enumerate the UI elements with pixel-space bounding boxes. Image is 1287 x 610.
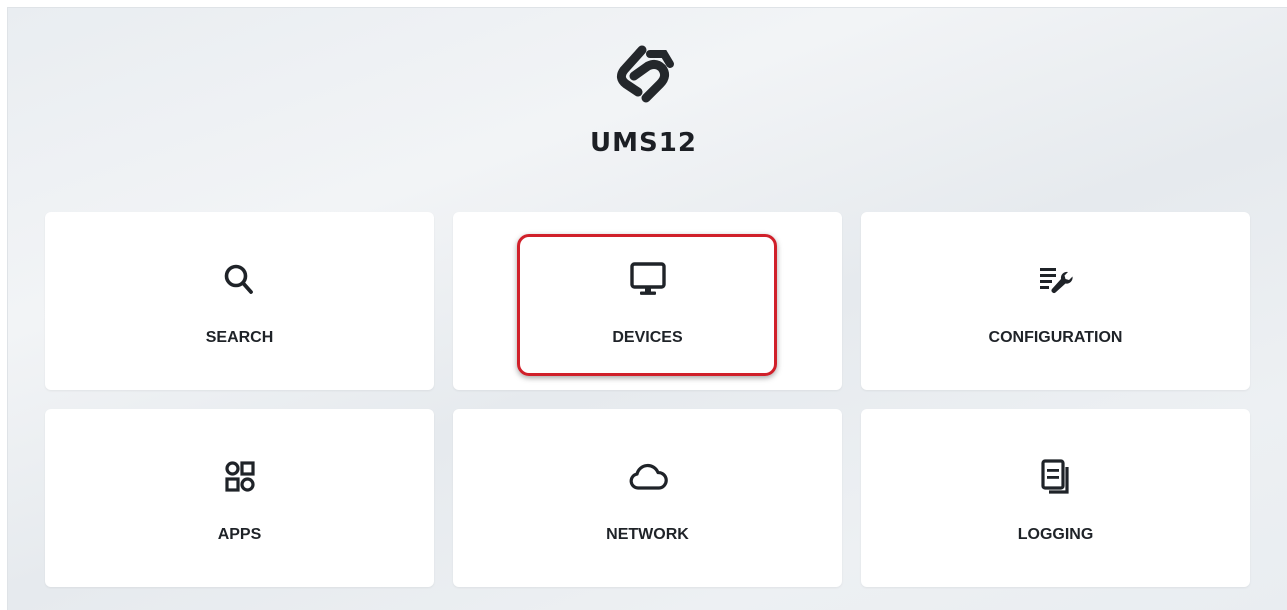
tile-search[interactable]: SEARCH xyxy=(45,212,434,390)
tile-label: DEVICES xyxy=(612,329,683,346)
tile-label: APPS xyxy=(217,526,262,543)
tile-logging[interactable]: LOGGING xyxy=(861,409,1250,587)
tile-network[interactable]: NETWORK xyxy=(453,409,842,587)
tile-label: NETWORK xyxy=(606,526,689,543)
brand-name: UMS12 xyxy=(590,128,697,158)
tile-label: CONFIGURATION xyxy=(988,329,1123,346)
tile-label: SEARCH xyxy=(205,329,274,346)
apps-icon xyxy=(218,455,262,499)
monitor-icon xyxy=(626,258,670,302)
cloud-icon xyxy=(626,455,670,499)
search-icon xyxy=(218,258,262,302)
logging-icon xyxy=(1034,455,1078,499)
ums-logo-icon xyxy=(612,40,676,112)
brand-header: UMS12 xyxy=(0,0,1287,180)
tile-apps[interactable]: APPS xyxy=(45,409,434,587)
tile-label: LOGGING xyxy=(1017,526,1094,543)
tile-devices[interactable]: DEVICES xyxy=(453,212,842,390)
configuration-icon xyxy=(1034,258,1078,302)
tile-configuration[interactable]: CONFIGURATION xyxy=(861,212,1250,390)
